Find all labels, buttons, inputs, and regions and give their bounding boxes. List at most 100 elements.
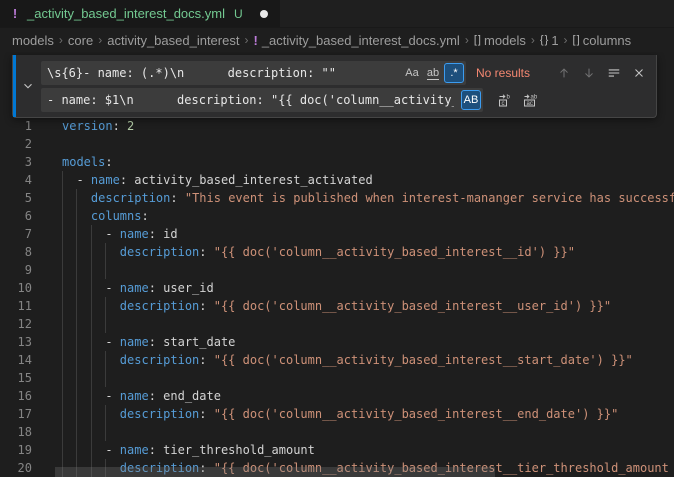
toggle-replace-chevron-icon[interactable] bbox=[19, 77, 37, 95]
breadcrumb-item-columns-symbol[interactable]: [ ] columns bbox=[573, 33, 632, 48]
indent-guide bbox=[91, 297, 92, 315]
find-replace-widget: Aa ab .* No results bbox=[12, 55, 657, 118]
code-line[interactable]: description: "This event is published wh… bbox=[62, 189, 674, 207]
code-line[interactable] bbox=[62, 261, 674, 279]
line-number[interactable]: 6 bbox=[0, 207, 44, 225]
code-line[interactable] bbox=[62, 423, 674, 441]
svg-text:ac: ac bbox=[527, 101, 533, 107]
code-line[interactable] bbox=[62, 315, 674, 333]
line-number[interactable]: 1 bbox=[0, 117, 44, 135]
indent-guide bbox=[62, 243, 63, 261]
breadcrumb-item-index-symbol[interactable]: { } 1 bbox=[540, 33, 559, 48]
preserve-case-toggle[interactable]: AB bbox=[461, 90, 481, 110]
line-number[interactable]: 5 bbox=[0, 189, 44, 207]
breadcrumb-item-models-symbol[interactable]: [ ] models bbox=[474, 33, 526, 48]
code-lines[interactable]: version: 2 models: - name: activity_based… bbox=[62, 117, 674, 477]
breadcrumb-separator: › bbox=[564, 33, 568, 47]
indent-guide bbox=[105, 405, 106, 423]
line-number[interactable]: 15 bbox=[0, 369, 44, 387]
indent-guide bbox=[62, 261, 63, 279]
indent-guide bbox=[91, 225, 92, 243]
find-widget-resize-sash[interactable] bbox=[13, 55, 16, 117]
breadcrumb-separator: › bbox=[531, 33, 535, 47]
line-number[interactable]: 10 bbox=[0, 279, 44, 297]
line-number[interactable]: 14 bbox=[0, 351, 44, 369]
indent-guide bbox=[76, 315, 77, 333]
git-status-badge: U bbox=[234, 7, 243, 21]
indent-guide bbox=[105, 261, 106, 279]
line-number[interactable]: 18 bbox=[0, 423, 44, 441]
indent-guide bbox=[91, 387, 92, 405]
line-number[interactable]: 4 bbox=[0, 171, 44, 189]
line-number[interactable]: 7 bbox=[0, 225, 44, 243]
breadcrumb: models › core › activity_based_interest … bbox=[0, 28, 674, 52]
code-line[interactable]: - name: end_date bbox=[62, 387, 674, 405]
line-number[interactable]: 2 bbox=[0, 135, 44, 153]
code-line[interactable] bbox=[62, 369, 674, 387]
line-number[interactable]: 19 bbox=[0, 441, 44, 459]
breadcrumb-item-activity-folder[interactable]: activity_based_interest bbox=[107, 33, 239, 48]
next-match-button[interactable] bbox=[578, 62, 600, 84]
indent-guide bbox=[62, 279, 63, 297]
line-number[interactable]: 11 bbox=[0, 297, 44, 315]
code-line[interactable]: description: "{{ doc('column__activity_b… bbox=[62, 405, 674, 423]
indent-guide bbox=[62, 387, 63, 405]
line-number[interactable]: 13 bbox=[0, 333, 44, 351]
line-number[interactable]: 16 bbox=[0, 387, 44, 405]
indent-guide bbox=[91, 441, 92, 459]
line-number[interactable]: 20 bbox=[0, 459, 44, 477]
indent-guide bbox=[76, 297, 77, 315]
code-line[interactable]: description: "{{ doc('column__activity_b… bbox=[62, 243, 674, 261]
breadcrumb-item-core-folder[interactable]: core bbox=[68, 33, 93, 48]
code-line[interactable]: models: bbox=[62, 153, 674, 171]
tab-active-file[interactable]: ! _activity_based_interest_docs.yml U bbox=[0, 0, 280, 27]
code-line[interactable]: - name: activity_based_interest_activate… bbox=[62, 171, 674, 189]
indent-guide bbox=[76, 207, 77, 225]
indent-guide bbox=[76, 243, 77, 261]
regex-toggle[interactable]: .* bbox=[444, 63, 464, 83]
indent-guide bbox=[91, 423, 92, 441]
close-find-widget-button[interactable] bbox=[628, 62, 650, 84]
replace-all-button[interactable]: ab ac bbox=[519, 89, 541, 111]
code-line[interactable]: - name: user_id bbox=[62, 279, 674, 297]
find-input[interactable] bbox=[41, 66, 401, 80]
breadcrumb-separator: › bbox=[244, 33, 248, 47]
code-line[interactable]: - name: tier_threshold_amount bbox=[62, 441, 674, 459]
indent-guide bbox=[76, 261, 77, 279]
find-row: Aa ab .* No results bbox=[41, 61, 650, 85]
indent-guide bbox=[91, 333, 92, 351]
vscode-window: ! _activity_based_interest_docs.yml U mo… bbox=[0, 0, 674, 477]
breadcrumb-item-models-folder[interactable]: models bbox=[12, 33, 54, 48]
gutter: 1234567891011121314151617181920 bbox=[0, 117, 44, 477]
tab-title: _activity_based_interest_docs.yml bbox=[27, 6, 225, 21]
line-number[interactable]: 9 bbox=[0, 261, 44, 279]
tab-bar: ! _activity_based_interest_docs.yml U bbox=[0, 0, 674, 28]
code-line[interactable]: version: 2 bbox=[62, 117, 674, 135]
horizontal-scrollbar[interactable] bbox=[55, 467, 495, 477]
replace-button[interactable]: b c bbox=[494, 89, 516, 111]
match-case-toggle[interactable]: Aa bbox=[402, 63, 422, 83]
indent-guide bbox=[62, 171, 63, 189]
line-number[interactable]: 8 bbox=[0, 243, 44, 261]
modified-dot-icon[interactable] bbox=[260, 10, 268, 18]
indent-guide bbox=[91, 369, 92, 387]
find-in-selection-button[interactable] bbox=[603, 62, 625, 84]
find-input-box: Aa ab .* bbox=[41, 61, 466, 85]
code-line[interactable]: columns: bbox=[62, 207, 674, 225]
code-line[interactable]: - name: id bbox=[62, 225, 674, 243]
code-line[interactable]: - name: start_date bbox=[62, 333, 674, 351]
line-number[interactable]: 17 bbox=[0, 405, 44, 423]
replace-input[interactable] bbox=[41, 93, 460, 107]
code-line[interactable] bbox=[62, 135, 674, 153]
previous-match-button[interactable] bbox=[553, 62, 575, 84]
line-number[interactable]: 3 bbox=[0, 153, 44, 171]
symbol-array-icon: [ ] bbox=[474, 34, 480, 46]
line-number[interactable]: 12 bbox=[0, 315, 44, 333]
indent-guide bbox=[62, 351, 63, 369]
indent-guide bbox=[76, 387, 77, 405]
breadcrumb-item-file[interactable]: ! _activity_based_interest_docs.yml bbox=[253, 33, 459, 48]
whole-word-toggle[interactable]: ab bbox=[423, 63, 443, 83]
code-line[interactable]: description: "{{ doc('column__activity_b… bbox=[62, 297, 674, 315]
code-line[interactable]: description: "{{ doc('column__activity_b… bbox=[62, 351, 674, 369]
breadcrumb-separator: › bbox=[465, 33, 469, 47]
